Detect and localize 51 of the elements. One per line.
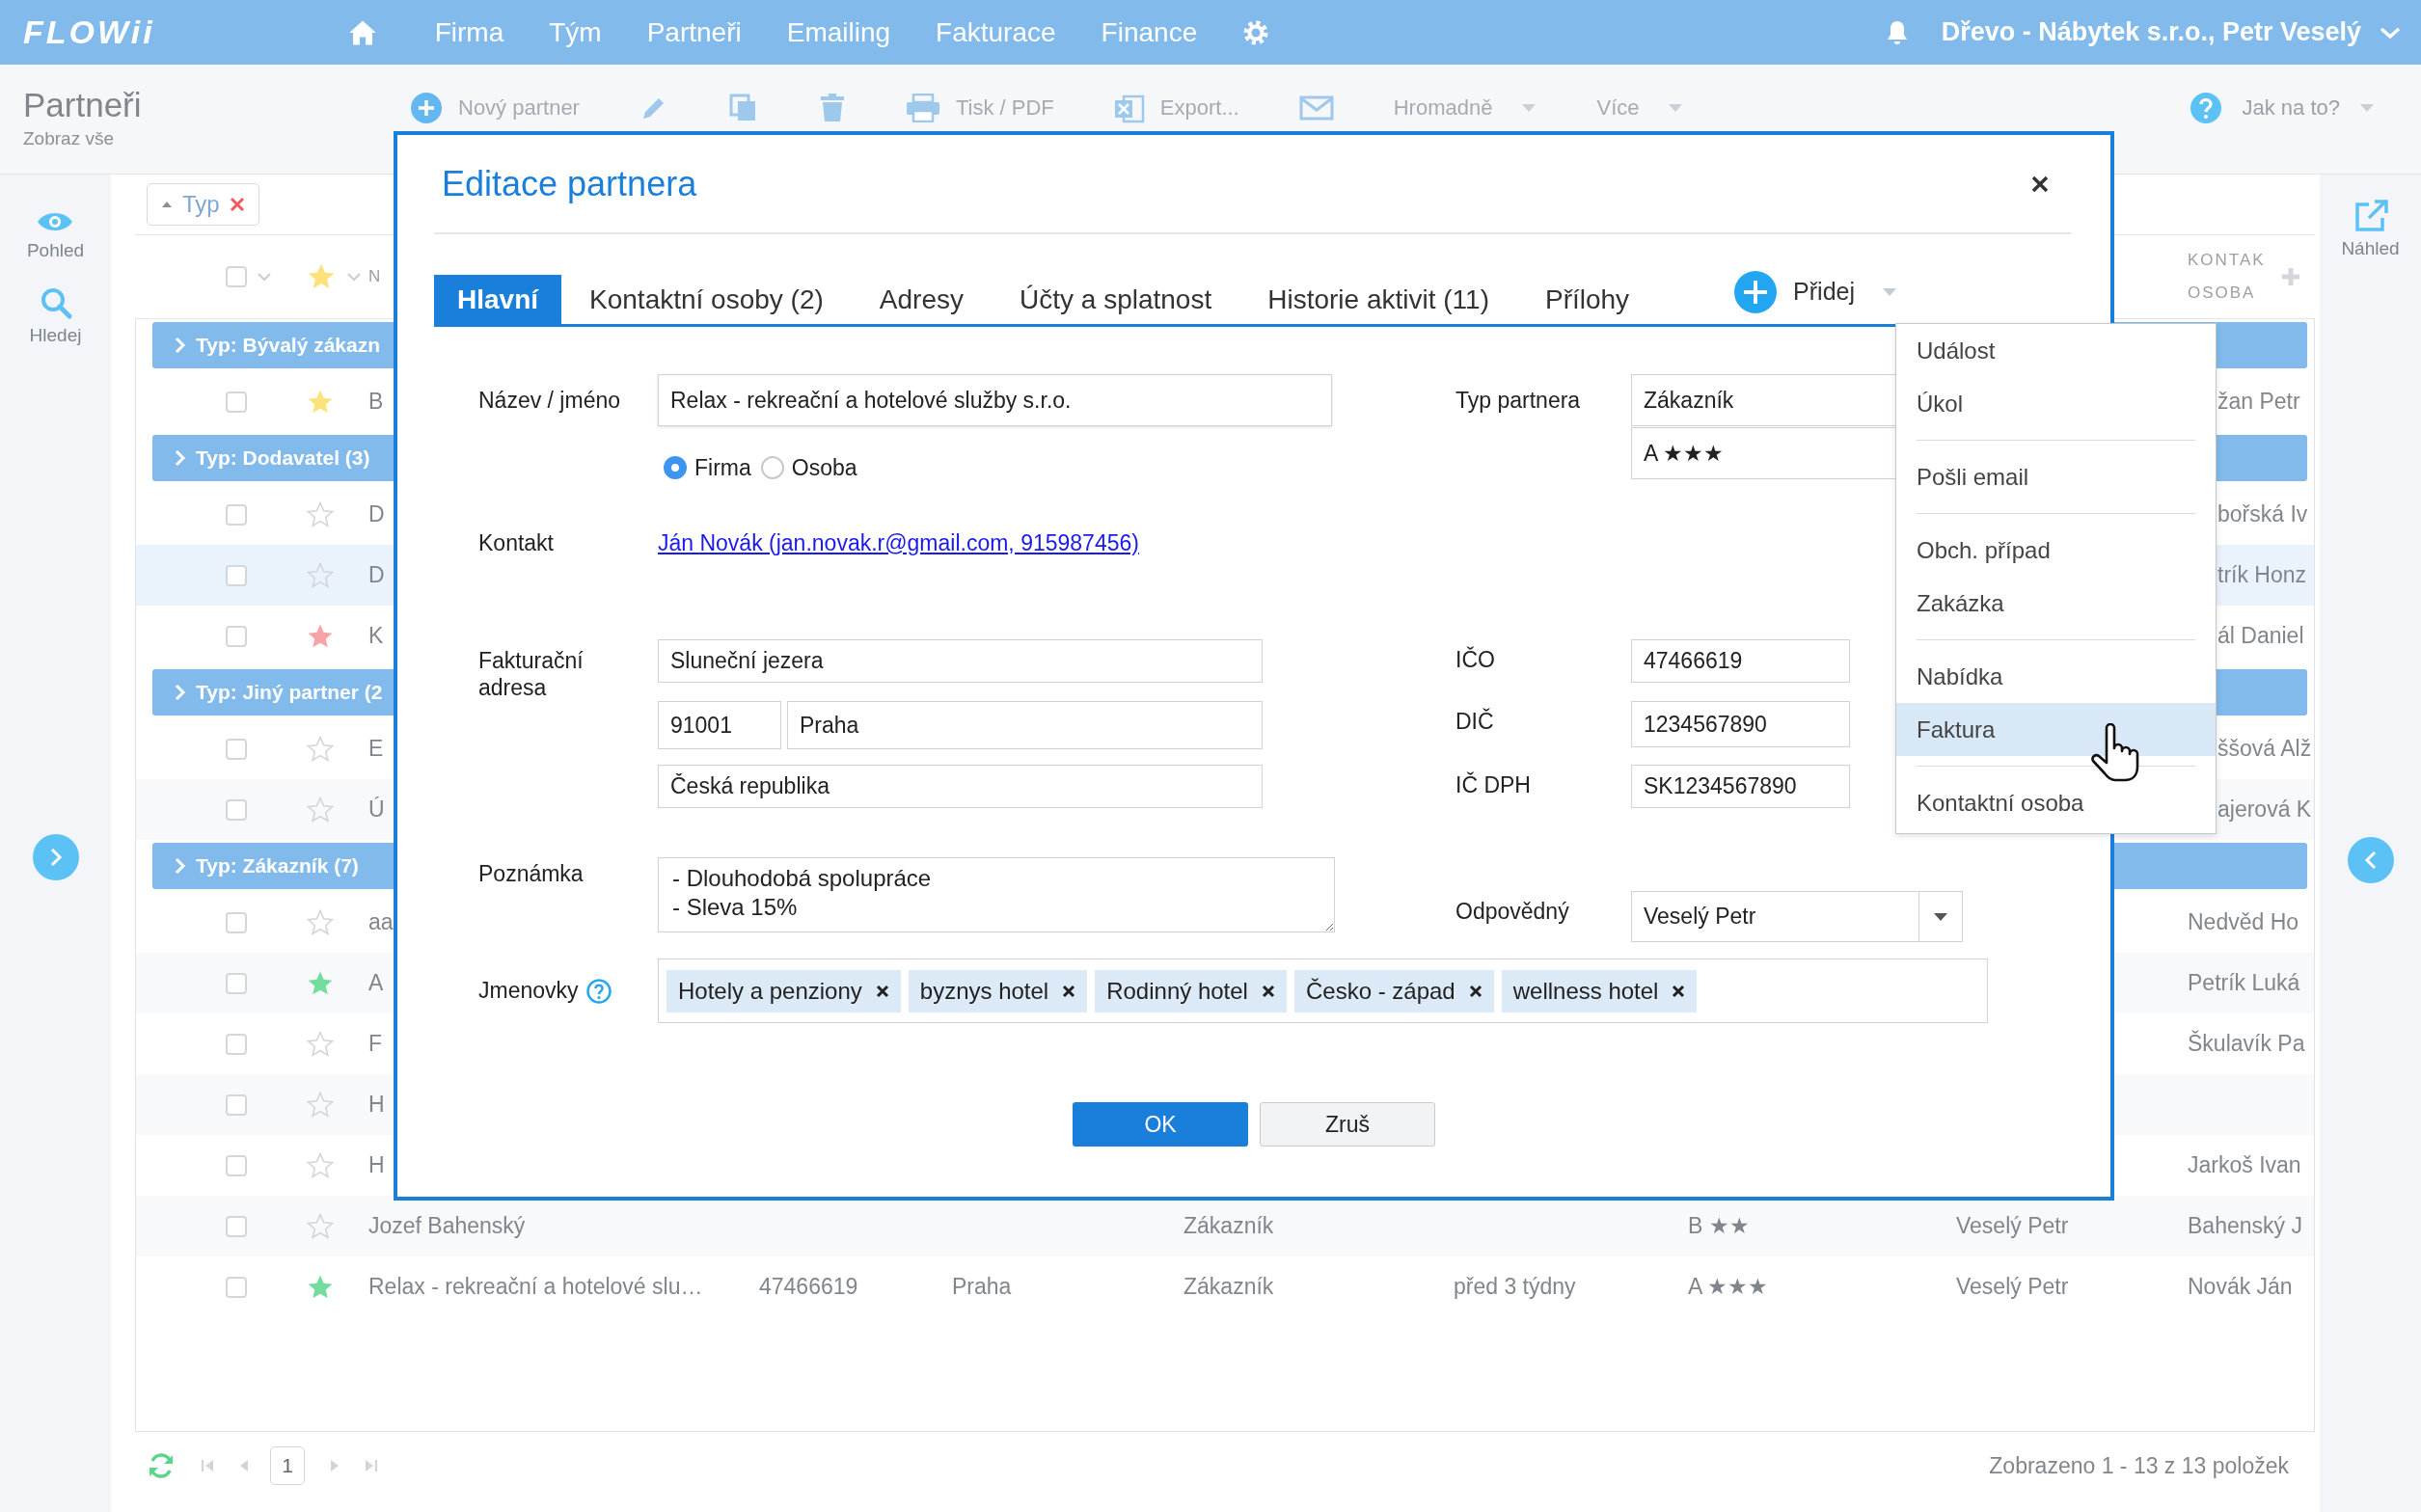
table-cell-text: trík Honz: [2217, 562, 2307, 588]
table-cell: K: [368, 623, 384, 649]
table-cell: Veselý Petr: [1956, 1213, 2069, 1239]
table-cell: F: [368, 1031, 383, 1057]
table-cell: H: [368, 1092, 385, 1118]
table-cell: Zákazník: [1183, 1213, 1274, 1239]
table-cell: Relax - rekreační a hotelové slu…: [368, 1274, 703, 1300]
table-cell: Nedvěd Ho: [2188, 909, 2299, 935]
group-label: Typ: Bývalý zákazn: [196, 334, 381, 357]
table-cell: A: [368, 970, 384, 996]
field-label: IČO: [1455, 645, 1496, 673]
table-cell-text: žan Petr: [2217, 389, 2300, 415]
field-label: Odpovědný: [1455, 899, 1570, 925]
group-label: Typ: Dodavatel (3): [196, 446, 370, 470]
table-cell: Škulavík Pa: [2188, 1031, 2305, 1057]
table-cell-text: ál Daniel: [2217, 623, 2304, 649]
field-label: Jmenovky: [478, 978, 579, 1004]
group-label: Typ: Jiný partner (2: [196, 681, 383, 704]
table-cell: Petrík Luká: [2188, 970, 2300, 996]
field-label: IČ DPH: [1455, 770, 1532, 798]
table-cell: před 3 týdny: [1454, 1274, 1576, 1300]
table-cell: Ú: [368, 796, 385, 823]
item-count: Zobrazeno 1 - 13 z 13 položek: [1989, 1452, 2289, 1479]
table-cell: B: [368, 389, 384, 415]
table-cell-text: bořská Iv: [2217, 501, 2308, 527]
field-label: Fakturační adresa: [478, 647, 585, 701]
table-cell: H: [368, 1152, 385, 1178]
table-cell: Bahenský J: [2188, 1213, 2302, 1239]
table-cell: A ★★★: [1688, 1274, 1769, 1300]
table-cell: 47466619: [759, 1274, 858, 1300]
table-cell: D: [368, 562, 385, 588]
table-cell: Jarkoš Ivan: [2188, 1152, 2301, 1178]
field-label: Poznámka: [478, 860, 585, 887]
table-cell-text: ajerová K: [2217, 796, 2312, 823]
table-cell: Zákazník: [1183, 1274, 1274, 1300]
table-cell: E: [368, 736, 384, 762]
group-label: Typ: Zákazník (7): [196, 854, 359, 878]
table-cell: aa: [368, 909, 394, 935]
field-label: DIČ: [1455, 707, 1495, 735]
page-title: Partneři: [23, 86, 142, 124]
dialog-title: Editace partnera: [442, 163, 697, 204]
field-label: Kontakt: [478, 529, 555, 556]
table-cell: Novák Ján: [2188, 1274, 2293, 1300]
table-cell: Jozef Bahenský: [368, 1213, 526, 1239]
table-cell: D: [368, 501, 385, 527]
table-cell-text: ššová Alž: [2217, 736, 2312, 762]
table-cell: Veselý Petr: [1956, 1274, 2069, 1300]
field-label: Název / jméno: [478, 388, 621, 414]
table-cell: Praha: [952, 1274, 1012, 1300]
table-cell: B ★★: [1688, 1213, 1750, 1239]
field-label: Typ partnera: [1455, 388, 1582, 414]
